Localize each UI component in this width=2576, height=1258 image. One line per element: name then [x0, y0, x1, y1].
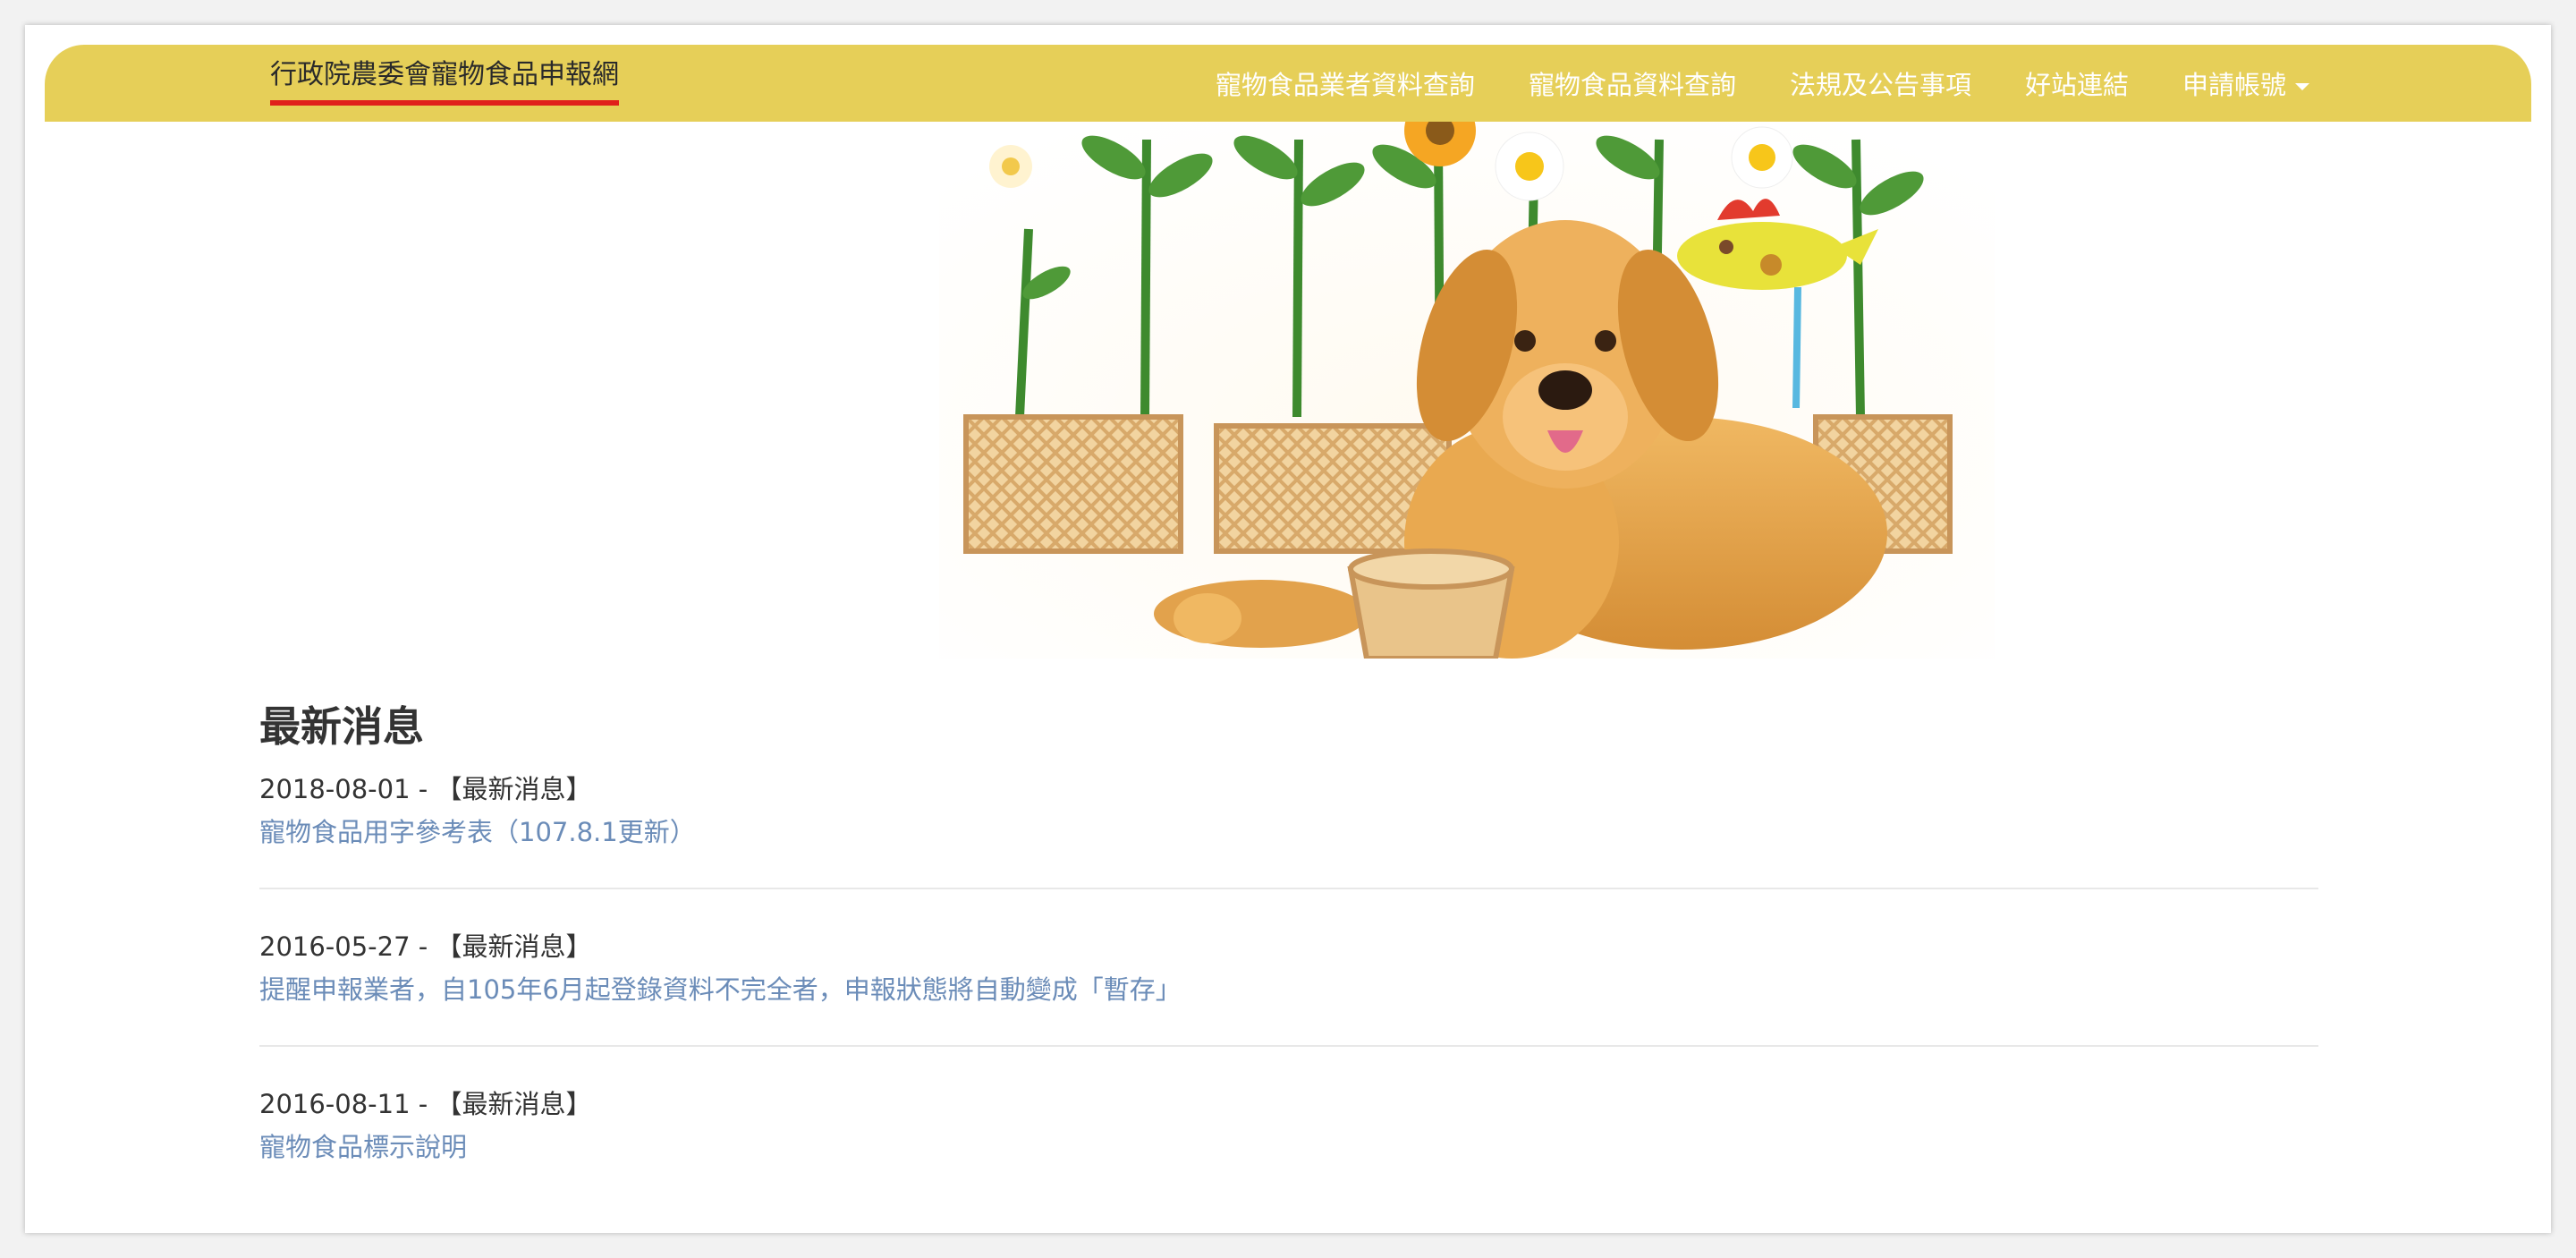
dog-banner-illustration [939, 95, 1995, 661]
news-list: 2018-08-01 - 【最新消息】 寵物食品用字參考表（107.8.1更新）… [259, 769, 2318, 1203]
nav-business-search[interactable]: 寵物食品業者資料查詢 [1216, 64, 1475, 102]
news-meta: 2016-08-11 - 【最新消息】 [259, 1089, 592, 1119]
caret-down-icon [2295, 83, 2309, 90]
news-category: 【最新消息】 [436, 774, 592, 804]
news-meta: 2016-05-27 - 【最新消息】 [259, 931, 592, 962]
nav-regulations[interactable]: 法規及公告事項 [1790, 64, 1971, 102]
news-title-link[interactable]: 寵物食品標示說明 [259, 1127, 2318, 1167]
site-brand-link[interactable]: 行政院農委會寵物食品申報網 [270, 57, 619, 106]
nav-apply-account[interactable]: 申請帳號 [2182, 64, 2309, 102]
news-title-link[interactable]: 提醒申報業者，自105年6月起登錄資料不完全者，申報狀態將自動變成「暫存」 [259, 970, 2318, 1009]
news-category: 【最新消息】 [436, 931, 592, 962]
news-date: 2018-08-01 [259, 774, 411, 804]
news-item: 2016-05-27 - 【最新消息】 提醒申報業者，自105年6月起登錄資料不… [259, 927, 2318, 1047]
news-date: 2016-08-11 [259, 1089, 411, 1119]
news-title-link[interactable]: 寵物食品用字參考表（107.8.1更新） [259, 812, 2318, 852]
news-meta: 2018-08-01 - 【最新消息】 [259, 774, 592, 804]
nav-links: 寵物食品業者資料查詢 寵物食品資料查詢 法規及公告事項 好站連結 申請帳號 [1216, 45, 2309, 122]
nav-food-search[interactable]: 寵物食品資料查詢 [1529, 64, 1736, 102]
banner-image [939, 95, 1995, 661]
news-item: 2016-08-11 - 【最新消息】 寵物食品標示說明 [259, 1084, 2318, 1203]
news-section: 最新消息 2018-08-01 - 【最新消息】 寵物食品用字參考表（107.8… [259, 700, 2318, 1213]
nav-links-page[interactable]: 好站連結 [2025, 64, 2129, 102]
news-date: 2016-05-27 [259, 931, 411, 962]
browser-frame: 行政院農委會寵物食品申報網 寵物食品業者資料查詢 寵物食品資料查詢 法規及公告事… [25, 25, 2551, 1233]
top-navbar: 行政院農委會寵物食品申報網 寵物食品業者資料查詢 寵物食品資料查詢 法規及公告事… [45, 45, 2531, 122]
news-section-title: 最新消息 [259, 702, 424, 751]
nav-apply-account-label: 申請帳號 [2182, 70, 2286, 100]
page-window: 行政院農委會寵物食品申報網 寵物食品業者資料查詢 寵物食品資料查詢 法規及公告事… [45, 45, 2531, 1213]
news-category: 【最新消息】 [436, 1089, 592, 1119]
news-item: 2018-08-01 - 【最新消息】 寵物食品用字參考表（107.8.1更新） [259, 769, 2318, 889]
